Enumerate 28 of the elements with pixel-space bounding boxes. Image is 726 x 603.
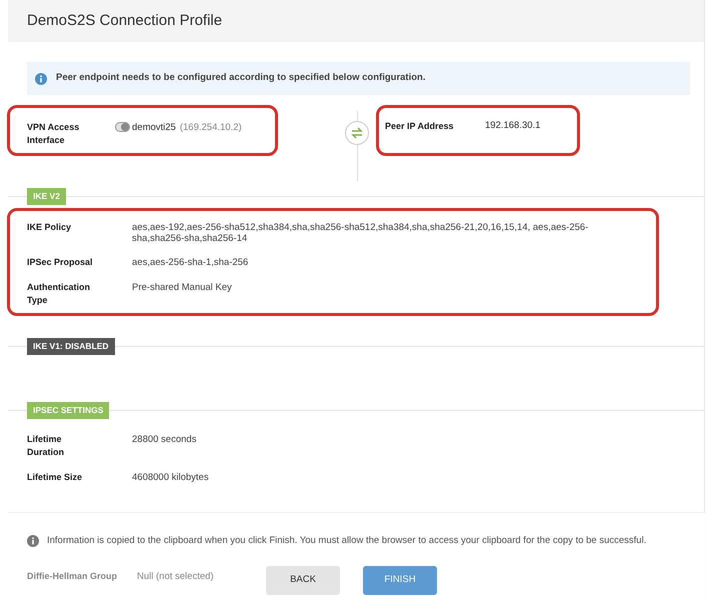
dialog-title: DemoS2S Connection Profile bbox=[27, 10, 222, 31]
field-label: IKE Policy bbox=[27, 221, 72, 234]
field-value: aes,aes-192,aes-256-sha512,sha384,sha,sha256-sha512,sha384,sha,sha256-21,20,16,15,14, aes,aes-256-sha,sha256-sha,sha256-14 bbox=[132, 221, 590, 244]
field-label: Lifetime Duration bbox=[27, 433, 65, 459]
field-value: 192.168.30.1 bbox=[485, 119, 540, 134]
swap-icon bbox=[345, 121, 369, 145]
info-icon bbox=[35, 72, 47, 84]
notice-text: Peer endpoint needs to be configured according to specified below configuration. bbox=[56, 71, 426, 86]
interface-name: demovti25 bbox=[132, 122, 176, 133]
interface-address: (169.254.10.2) bbox=[180, 122, 242, 133]
info-icon bbox=[27, 535, 39, 548]
field-label: VPN Access Interface bbox=[27, 121, 80, 147]
field-label: Diffie-Hellman Group bbox=[27, 570, 118, 583]
field-label: IPSec Proposal bbox=[27, 256, 94, 269]
field-value: Pre-shared Manual Key bbox=[132, 281, 233, 295]
section-badge: IPSEC SETTINGS bbox=[27, 402, 110, 419]
section-badge: IKE V2 bbox=[27, 188, 66, 205]
back-button[interactable]: BACK bbox=[266, 566, 340, 595]
field-value: 28800 seconds bbox=[132, 433, 198, 447]
field-label: Peer IP Address bbox=[385, 120, 455, 133]
field-label: Lifetime Size bbox=[27, 471, 84, 484]
field-value: Null (not selected) bbox=[137, 570, 214, 584]
field-value: aes,aes-256-sha-1,sha-256 bbox=[132, 256, 250, 269]
toggle-icon bbox=[115, 122, 130, 132]
section-badge: IKE V1: DISABLED bbox=[27, 338, 115, 355]
field-label: Authentication Type bbox=[27, 281, 91, 307]
footer-note: Information is copied to the clipboard when you click Finish. You must allow the browser to access your clipboard for the copy to be successful. bbox=[47, 534, 646, 548]
field-value: 4608000 kilobytes bbox=[132, 471, 210, 484]
